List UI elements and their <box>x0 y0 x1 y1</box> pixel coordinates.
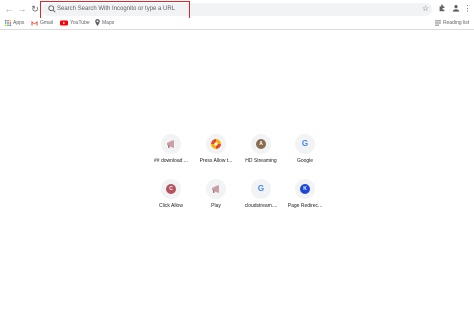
bookmark-star-icon[interactable]: ☆ <box>421 4 430 13</box>
shortcut-tile[interactable]: A HD Streaming <box>239 134 283 182</box>
youtube-icon <box>60 20 68 26</box>
tile-label: ## download ... <box>154 158 188 164</box>
toolbar-divider <box>0 29 474 30</box>
shortcut-tile[interactable]: ## download ... <box>149 134 193 182</box>
megaphone-icon <box>212 185 219 193</box>
bookmarks-bar: Apps Gmail YouTube Maps Reading list <box>0 18 474 29</box>
bookmark-gmail[interactable]: Gmail <box>31 19 53 28</box>
tile-label: HD Streaming <box>245 158 277 164</box>
bookmark-label: YouTube <box>70 20 90 26</box>
tile-icon-circle: G <box>251 179 271 199</box>
reload-icon[interactable]: ↻ <box>30 4 40 14</box>
bookmark-label: Apps <box>13 20 25 26</box>
pinwheel-icon <box>211 139 221 149</box>
google-icon: G <box>257 184 265 193</box>
tile-label: Page Redirec... <box>287 203 323 209</box>
shortcut-tile[interactable]: Play <box>194 179 238 227</box>
letter-c-icon: C <box>166 184 176 194</box>
profile-avatar-icon[interactable] <box>451 4 460 13</box>
shortcut-tile[interactable]: G Google <box>283 134 327 182</box>
tile-icon-circle: C <box>161 179 181 199</box>
tile-icon-circle: G <box>295 134 315 154</box>
forward-arrow-icon[interactable]: → <box>17 4 27 14</box>
google-icon: G <box>301 139 309 148</box>
tile-label: Click Allow <box>159 203 183 209</box>
bookmark-label: Gmail <box>40 20 54 26</box>
tile-label: Play <box>211 203 221 209</box>
maps-pin-icon <box>95 19 100 27</box>
shortcut-tile[interactable]: K Page Redirec... <box>283 179 327 227</box>
bookmark-label: Maps <box>102 20 115 26</box>
apps-grid-icon <box>5 19 11 26</box>
shortcut-tile[interactable]: C Click Allow <box>149 179 193 227</box>
letter-a-icon: A <box>256 139 266 149</box>
tile-label: cloudstream.... <box>244 203 278 209</box>
gmail-icon <box>31 20 38 26</box>
tile-icon-circle <box>206 134 226 154</box>
reading-list-icon <box>435 20 441 26</box>
shortcut-tile[interactable]: Press Allow t... <box>194 134 238 182</box>
megaphone-icon <box>167 140 174 148</box>
tile-icon-circle <box>161 134 181 154</box>
tile-label: Google <box>296 158 314 164</box>
bookmark-youtube[interactable]: YouTube <box>60 19 90 28</box>
shortcut-tile[interactable]: G cloudstream.... <box>239 179 283 227</box>
bookmark-apps[interactable]: Apps <box>5 19 24 28</box>
tile-icon-circle: A <box>251 134 271 154</box>
extensions-puzzle-icon[interactable] <box>437 4 446 13</box>
bookmark-maps[interactable]: Maps <box>95 19 114 28</box>
tile-icon-circle: K <box>295 179 315 199</box>
reading-list-label: Reading list <box>443 20 470 26</box>
reading-list-button[interactable]: Reading list <box>435 19 469 28</box>
back-arrow-icon[interactable]: ← <box>4 4 14 14</box>
letter-k-icon: K <box>300 184 310 194</box>
tile-label: Press Allow t... <box>199 158 233 164</box>
menu-kebab-icon[interactable]: ⋮ <box>463 4 472 13</box>
tile-icon-circle <box>206 179 226 199</box>
